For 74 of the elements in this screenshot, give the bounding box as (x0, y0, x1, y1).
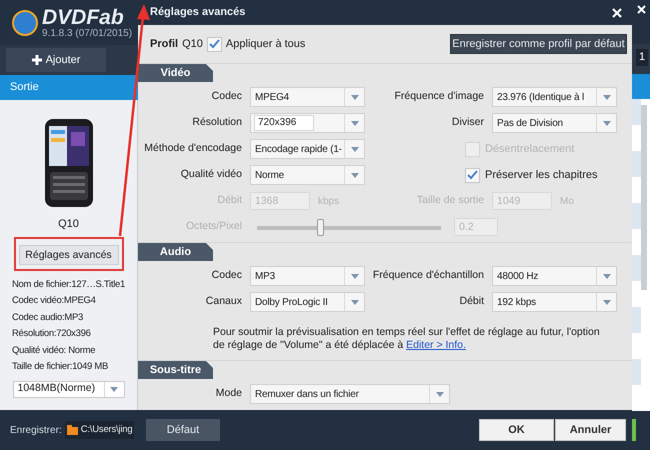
caret-icon (350, 172, 358, 178)
size-dropdown[interactable]: 1048MB(Norme) (12, 380, 124, 398)
header-bar (632, 74, 650, 99)
field-label: Codec (212, 268, 242, 284)
logo-icon (12, 10, 38, 36)
caret-icon (436, 392, 444, 396)
save-label: Enregistrer: (10, 424, 62, 438)
checkbox[interactable] (206, 36, 222, 52)
info-text: Qualité vidéo: Norme (12, 344, 96, 358)
caret-icon (350, 274, 358, 278)
profile-name: Q10 (58, 217, 79, 232)
dropdown[interactable]: 23.976 (Identique à l (492, 87, 617, 107)
caret-icon (350, 94, 358, 100)
field-label: Fréquence d'image (394, 89, 484, 104)
save-default-button[interactable]: Enregistrer comme profil par défaut (450, 34, 627, 54)
field-label: Diviser (452, 115, 484, 130)
checkbox-label: Appliquer à tous (226, 36, 306, 52)
field-label: Mode (216, 386, 242, 402)
caret-icon (602, 274, 610, 278)
field-label: Fréquence d'échantillon (372, 268, 484, 284)
cancel-button[interactable]: Annuler (555, 419, 626, 441)
info-text: Nom de fichier:127…S.Title1 (12, 278, 125, 292)
logo-text: DVDFab (42, 6, 125, 28)
ok-button[interactable]: OK (479, 419, 554, 441)
dropdown[interactable]: Dolby ProLogic II (250, 292, 365, 312)
info-text: Taille de fichier:1049 MB (12, 360, 108, 374)
dropdown[interactable]: MPEG4 (250, 87, 365, 107)
caret-icon (350, 146, 358, 152)
close-icon[interactable] (612, 8, 622, 18)
default-button[interactable]: Défaut (146, 419, 220, 441)
add-button[interactable]: Ajouter (6, 48, 106, 72)
caret-icon (602, 120, 610, 126)
advanced-settings-button[interactable]: Réglages avancés (18, 245, 118, 266)
dropdown[interactable]: MP3 (250, 266, 365, 286)
caret-icon (350, 300, 358, 304)
info-note: Pour soutmir la prévisualisation en temps réel sur l'effet de réglage au futur, l'option de réglage de "Volume" a été déplacée à Editer > Info. (212, 326, 601, 352)
caret-icon (602, 300, 610, 304)
checkbox-label: Préserver les chapitres (485, 168, 598, 183)
dialog-title: Réglages avancés (150, 5, 246, 20)
count-badge: 1 (636, 49, 648, 66)
dropdown[interactable]: Remuxer dans un fichier (250, 384, 450, 404)
dropdown[interactable]: 720x396 (250, 113, 365, 133)
field-label: Débit (459, 294, 484, 310)
status-accent (632, 419, 636, 442)
scrollbar[interactable] (641, 104, 647, 290)
field-label: Résolution (192, 115, 242, 130)
save-path-field[interactable]: C:\Users\jing (64, 421, 134, 439)
section-tab[interactable]: Vidéo (138, 64, 213, 82)
field-label: Méthode d'encodage (144, 141, 242, 156)
close-icon[interactable] (636, 5, 646, 14)
section-tab[interactable]: Audio (138, 243, 213, 261)
info-text: Codec vidéo:MPEG4 (12, 294, 96, 308)
dropdown[interactable]: 48000 Hz (492, 266, 617, 286)
dropdown[interactable]: Pas de Division (492, 113, 617, 133)
section-tab[interactable]: Sous-titre (138, 361, 213, 379)
profile-value: Q10 (182, 36, 203, 52)
info-text: Résolution:720x396 (12, 327, 91, 341)
dropdown[interactable]: Encodage rapide (1- (250, 139, 365, 159)
caret-icon (110, 386, 118, 392)
field-label: Qualité vidéo (180, 167, 242, 182)
info-text: Codec audio:MP3 (12, 310, 84, 324)
caret-icon (350, 120, 358, 126)
folder-icon (66, 425, 78, 435)
caret-icon (602, 94, 610, 100)
profile-label: Profil (150, 36, 178, 52)
plus-icon (32, 55, 42, 65)
dropdown[interactable]: Norme (250, 165, 365, 185)
version-text: 9.1.8.3 (07/01/2015) (42, 28, 132, 38)
field-label: Codec (212, 89, 242, 104)
field-label: Canaux (206, 294, 242, 310)
checkbox[interactable] (465, 168, 480, 182)
info-link[interactable]: Editer > Info. (406, 339, 466, 351)
dropdown[interactable]: 192 kbps (492, 292, 617, 312)
section-header: Sortie (0, 75, 138, 100)
